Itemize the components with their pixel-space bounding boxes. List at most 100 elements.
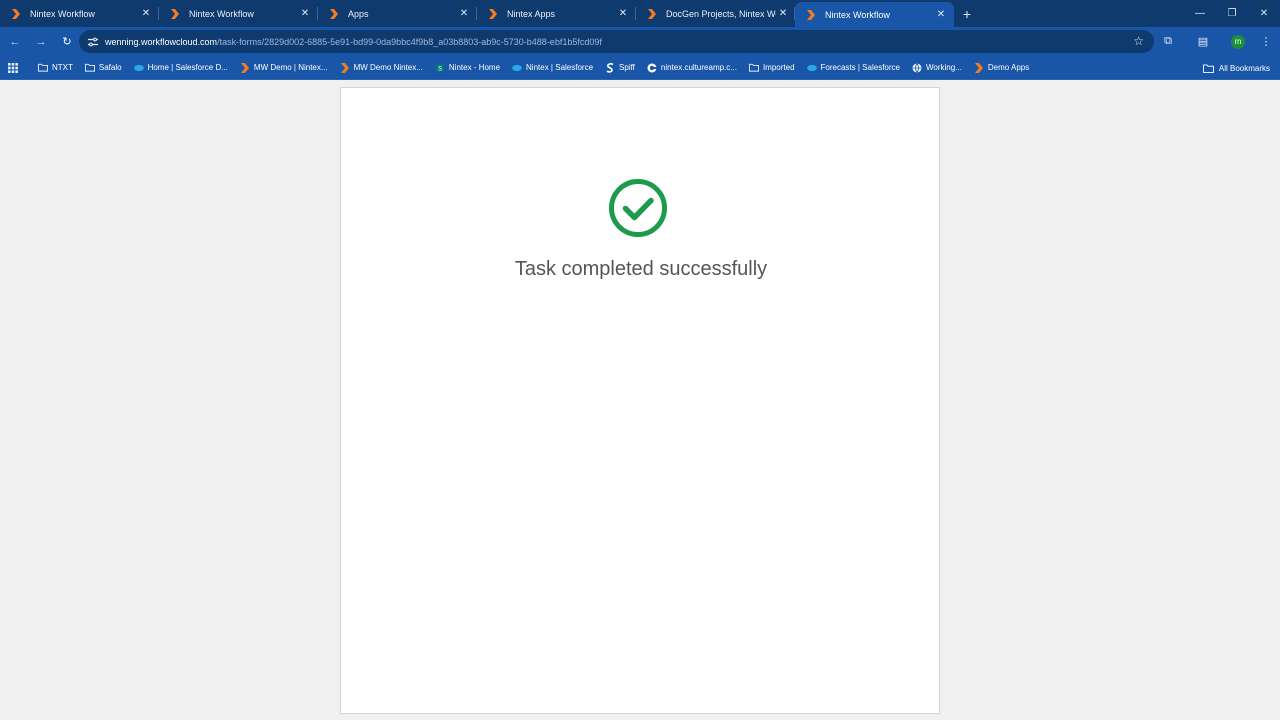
nintex-icon	[11, 8, 21, 19]
folder-icon	[38, 63, 48, 73]
profile-button[interactable]: m	[1226, 30, 1250, 54]
nintex-icon	[170, 8, 180, 19]
salesforce-icon	[806, 63, 817, 73]
arrow-left-icon: ←	[9, 35, 21, 48]
browser-toolbar: ← → ↻ wenning.workflowcloud.com/task-for…	[0, 27, 1280, 56]
close-icon[interactable]: ✕	[138, 6, 154, 22]
sharepoint-icon: S	[435, 63, 445, 73]
close-icon[interactable]: ✕	[297, 6, 313, 22]
bookmark-cultureamp[interactable]: nintex.cultureamp.c...	[647, 63, 737, 73]
restore-button[interactable]: ❐	[1216, 0, 1248, 27]
tab-docgen-projects[interactable]: DocGen Projects, Nintex Workfl ✕	[636, 0, 795, 27]
minimize-icon: —	[1195, 8, 1205, 19]
all-bookmarks-button[interactable]: All Bookmarks	[1202, 56, 1270, 80]
bookmark-mw-demo-2[interactable]: MW Demo Nintex...	[340, 62, 423, 73]
folder-icon	[1202, 64, 1214, 73]
tab-nintex-apps[interactable]: Nintex Apps ✕	[477, 0, 636, 27]
bookmark-star-icon[interactable]: ☆	[1133, 34, 1144, 48]
tab-title: Apps	[348, 8, 369, 19]
close-icon[interactable]: ✕	[456, 6, 472, 22]
bookmark-nintex-salesforce[interactable]: Nintex | Salesforce	[512, 63, 593, 73]
bookmark-label: MW Demo | Nintex...	[253, 63, 328, 72]
bookmark-forecasts-salesforce[interactable]: Forecasts | Salesforce	[806, 63, 900, 73]
kebab-menu-icon: ⋮	[1260, 36, 1272, 48]
arrow-right-icon: →	[35, 35, 47, 48]
avatar: m	[1231, 34, 1245, 49]
apps-button[interactable]	[8, 62, 22, 73]
close-icon[interactable]: ✕	[933, 7, 949, 23]
tab-nintex-workflow-2[interactable]: Nintex Workflow ✕	[159, 0, 318, 27]
bookmark-spiff[interactable]: Spiff	[605, 62, 635, 73]
nintex-icon	[240, 62, 250, 73]
salesforce-icon	[512, 63, 522, 73]
tab-title: Nintex Workflow	[189, 8, 254, 19]
window-controls: — ❐ ✕	[1184, 0, 1280, 27]
folder-icon	[84, 63, 95, 73]
tab-title: Nintex Workflow	[825, 9, 890, 20]
bookmark-label: NTXT	[52, 63, 73, 72]
apps-grid-icon	[8, 62, 18, 73]
nintex-icon	[488, 8, 498, 19]
check-circle-icon	[609, 179, 667, 237]
url-host: wenning.workflowcloud.com	[105, 36, 218, 47]
reload-button[interactable]: ↻	[55, 30, 79, 54]
bookmark-label: Nintex | Salesforce	[526, 63, 594, 72]
close-icon[interactable]: ✕	[776, 6, 790, 22]
site-info-icon[interactable]	[87, 36, 99, 48]
cultureamp-icon	[647, 63, 657, 73]
url-path: /task-forms/2829d002-6885-5e91-bd99-0da9…	[217, 36, 602, 47]
minimize-button[interactable]: —	[1184, 0, 1216, 27]
forward-button[interactable]: →	[29, 30, 53, 54]
bookmark-label: Home | Salesforce D...	[147, 63, 228, 72]
svg-text:S: S	[438, 66, 442, 72]
tab-title: Nintex Workflow	[30, 8, 95, 19]
toolbar-actions: ⧉ ▤ m ⋮	[1145, 27, 1280, 56]
bookmark-label: Imported	[762, 63, 795, 72]
tab-title: Nintex Apps	[507, 8, 556, 19]
spiff-icon	[605, 62, 615, 73]
salesforce-icon	[133, 63, 144, 73]
plus-icon: +	[962, 5, 972, 22]
bookmark-label: nintex.cultureamp.c...	[660, 63, 737, 72]
bookmark-label: Nintex - Home	[448, 63, 501, 72]
nintex-icon	[806, 9, 816, 20]
nintex-icon	[329, 8, 339, 19]
reload-icon: ↻	[62, 36, 72, 48]
bookmark-label: Forecasts | Salesforce	[820, 63, 900, 72]
menu-button[interactable]: ⋮	[1254, 30, 1278, 54]
tab-strip: Nintex Workflow ✕ Nintex Workflow ✕ Apps…	[0, 0, 1280, 27]
bookmark-label: MW Demo Nintex...	[353, 63, 423, 72]
nintex-icon	[647, 8, 657, 19]
all-bookmarks-label: All Bookmarks	[1218, 63, 1270, 73]
tab-nintex-workflow-1[interactable]: Nintex Workflow ✕	[0, 0, 159, 27]
bookmark-label: Working...	[925, 63, 962, 72]
bookmark-ntxt[interactable]: NTXT	[38, 63, 73, 73]
close-icon: ✕	[1259, 8, 1269, 19]
completion-message: Task completed successfully	[514, 258, 768, 280]
bookmark-nintex-home[interactable]: S Nintex - Home	[435, 63, 500, 73]
bookmark-working[interactable]: Working...	[912, 63, 962, 73]
bookmark-imported[interactable]: Imported	[748, 63, 795, 73]
folder-icon	[748, 63, 759, 73]
tab-nintex-workflow-active[interactable]: Nintex Workflow ✕	[795, 2, 954, 27]
nintex-icon	[340, 62, 350, 73]
reading-list-button[interactable]: ▤	[1191, 30, 1215, 54]
bookmark-label: Demo Apps	[987, 63, 1030, 72]
tab-apps[interactable]: Apps ✕	[318, 0, 477, 27]
close-icon[interactable]: ✕	[615, 6, 631, 22]
bookmark-label: Safalo	[98, 63, 122, 72]
nintex-icon	[974, 62, 984, 73]
globe-icon	[912, 63, 922, 73]
restore-icon: ❐	[1227, 8, 1237, 19]
close-window-button[interactable]: ✕	[1248, 0, 1280, 27]
tab-title: DocGen Projects, Nintex Workfl	[666, 8, 776, 19]
extensions-button[interactable]: ⧉	[1156, 30, 1180, 54]
bookmark-safalo[interactable]: Safalo	[84, 63, 122, 73]
address-bar[interactable]: wenning.workflowcloud.com/task-forms/282…	[79, 30, 1154, 53]
bookmark-mw-demo-1[interactable]: MW Demo | Nintex...	[240, 62, 328, 73]
back-button[interactable]: ←	[3, 30, 27, 54]
bookmark-demo-apps[interactable]: Demo Apps	[974, 62, 1030, 73]
new-tab-button[interactable]: +	[954, 0, 980, 27]
bookmark-home-salesforce[interactable]: Home | Salesforce D...	[133, 63, 228, 73]
bookmark-label: Spiff	[619, 63, 635, 72]
